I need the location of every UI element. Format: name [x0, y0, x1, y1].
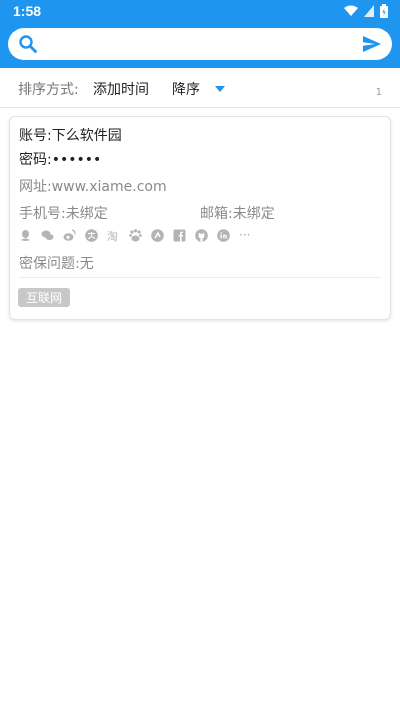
security-question-row: 密保问题:无	[19, 253, 94, 273]
battery-icon	[380, 4, 388, 18]
phone-value: 未绑定	[65, 206, 108, 222]
app-header: 1:58	[0, 0, 400, 68]
account-label: 账号:	[19, 128, 52, 144]
sort-order-selector[interactable]: 降序	[172, 79, 200, 99]
status-bar: 1:58	[0, 0, 400, 24]
phone-label: 手机号:	[19, 206, 66, 222]
url-row: 网址:www.xiame.com	[19, 176, 167, 196]
search-bar[interactable]	[8, 28, 392, 60]
douban-icon	[151, 229, 164, 242]
baidu-icon	[129, 229, 142, 242]
status-icons	[344, 4, 388, 18]
sort-bar: 排序方式: 添加时间 降序 1	[0, 68, 400, 108]
qq-icon	[21, 230, 30, 241]
category-tag[interactable]: 互联网	[18, 288, 71, 307]
entry-count: 1	[375, 87, 382, 98]
search-icon[interactable]	[18, 34, 38, 54]
taobao-icon: 淘	[107, 230, 118, 242]
more-icon[interactable]: ···	[239, 229, 253, 242]
social-icons-row: 淘 ···	[19, 229, 253, 242]
search-input[interactable]	[46, 32, 356, 56]
alipay-icon	[85, 229, 98, 242]
password-value: ••••••	[51, 152, 102, 168]
wifi-icon	[344, 5, 358, 16]
sort-field-selector[interactable]: 添加时间	[93, 79, 149, 99]
send-icon[interactable]	[361, 33, 383, 55]
email-row: 邮箱:未绑定	[200, 203, 275, 223]
url-value: www.xiame.com	[51, 179, 167, 195]
account-card[interactable]: 账号:下么软件园 密码:•••••• 网址:www.xiame.com 手机号:…	[9, 116, 391, 320]
sort-label: 排序方式:	[18, 82, 79, 98]
weibo-icon	[63, 229, 76, 241]
security-question-value: 无	[79, 256, 94, 272]
svg-text:淘: 淘	[107, 230, 118, 242]
linkedin-icon	[217, 229, 230, 242]
url-label: 网址:	[19, 179, 52, 195]
security-question-label: 密保问题:	[19, 256, 80, 272]
facebook-icon	[173, 229, 186, 242]
dropdown-caret-icon[interactable]	[215, 86, 225, 92]
wechat-icon	[41, 230, 54, 240]
github-icon	[195, 229, 208, 242]
account-row: 账号:下么软件园	[19, 125, 122, 145]
email-value: 未绑定	[232, 206, 275, 222]
phone-row: 手机号:未绑定	[19, 203, 108, 223]
password-label: 密码:	[19, 152, 52, 168]
signal-icon	[364, 5, 374, 17]
status-time: 1:58	[13, 3, 42, 19]
password-row: 密码:••••••	[19, 149, 101, 169]
account-value: 下么软件园	[51, 128, 122, 144]
card-divider	[19, 277, 381, 278]
email-label: 邮箱:	[200, 206, 233, 222]
